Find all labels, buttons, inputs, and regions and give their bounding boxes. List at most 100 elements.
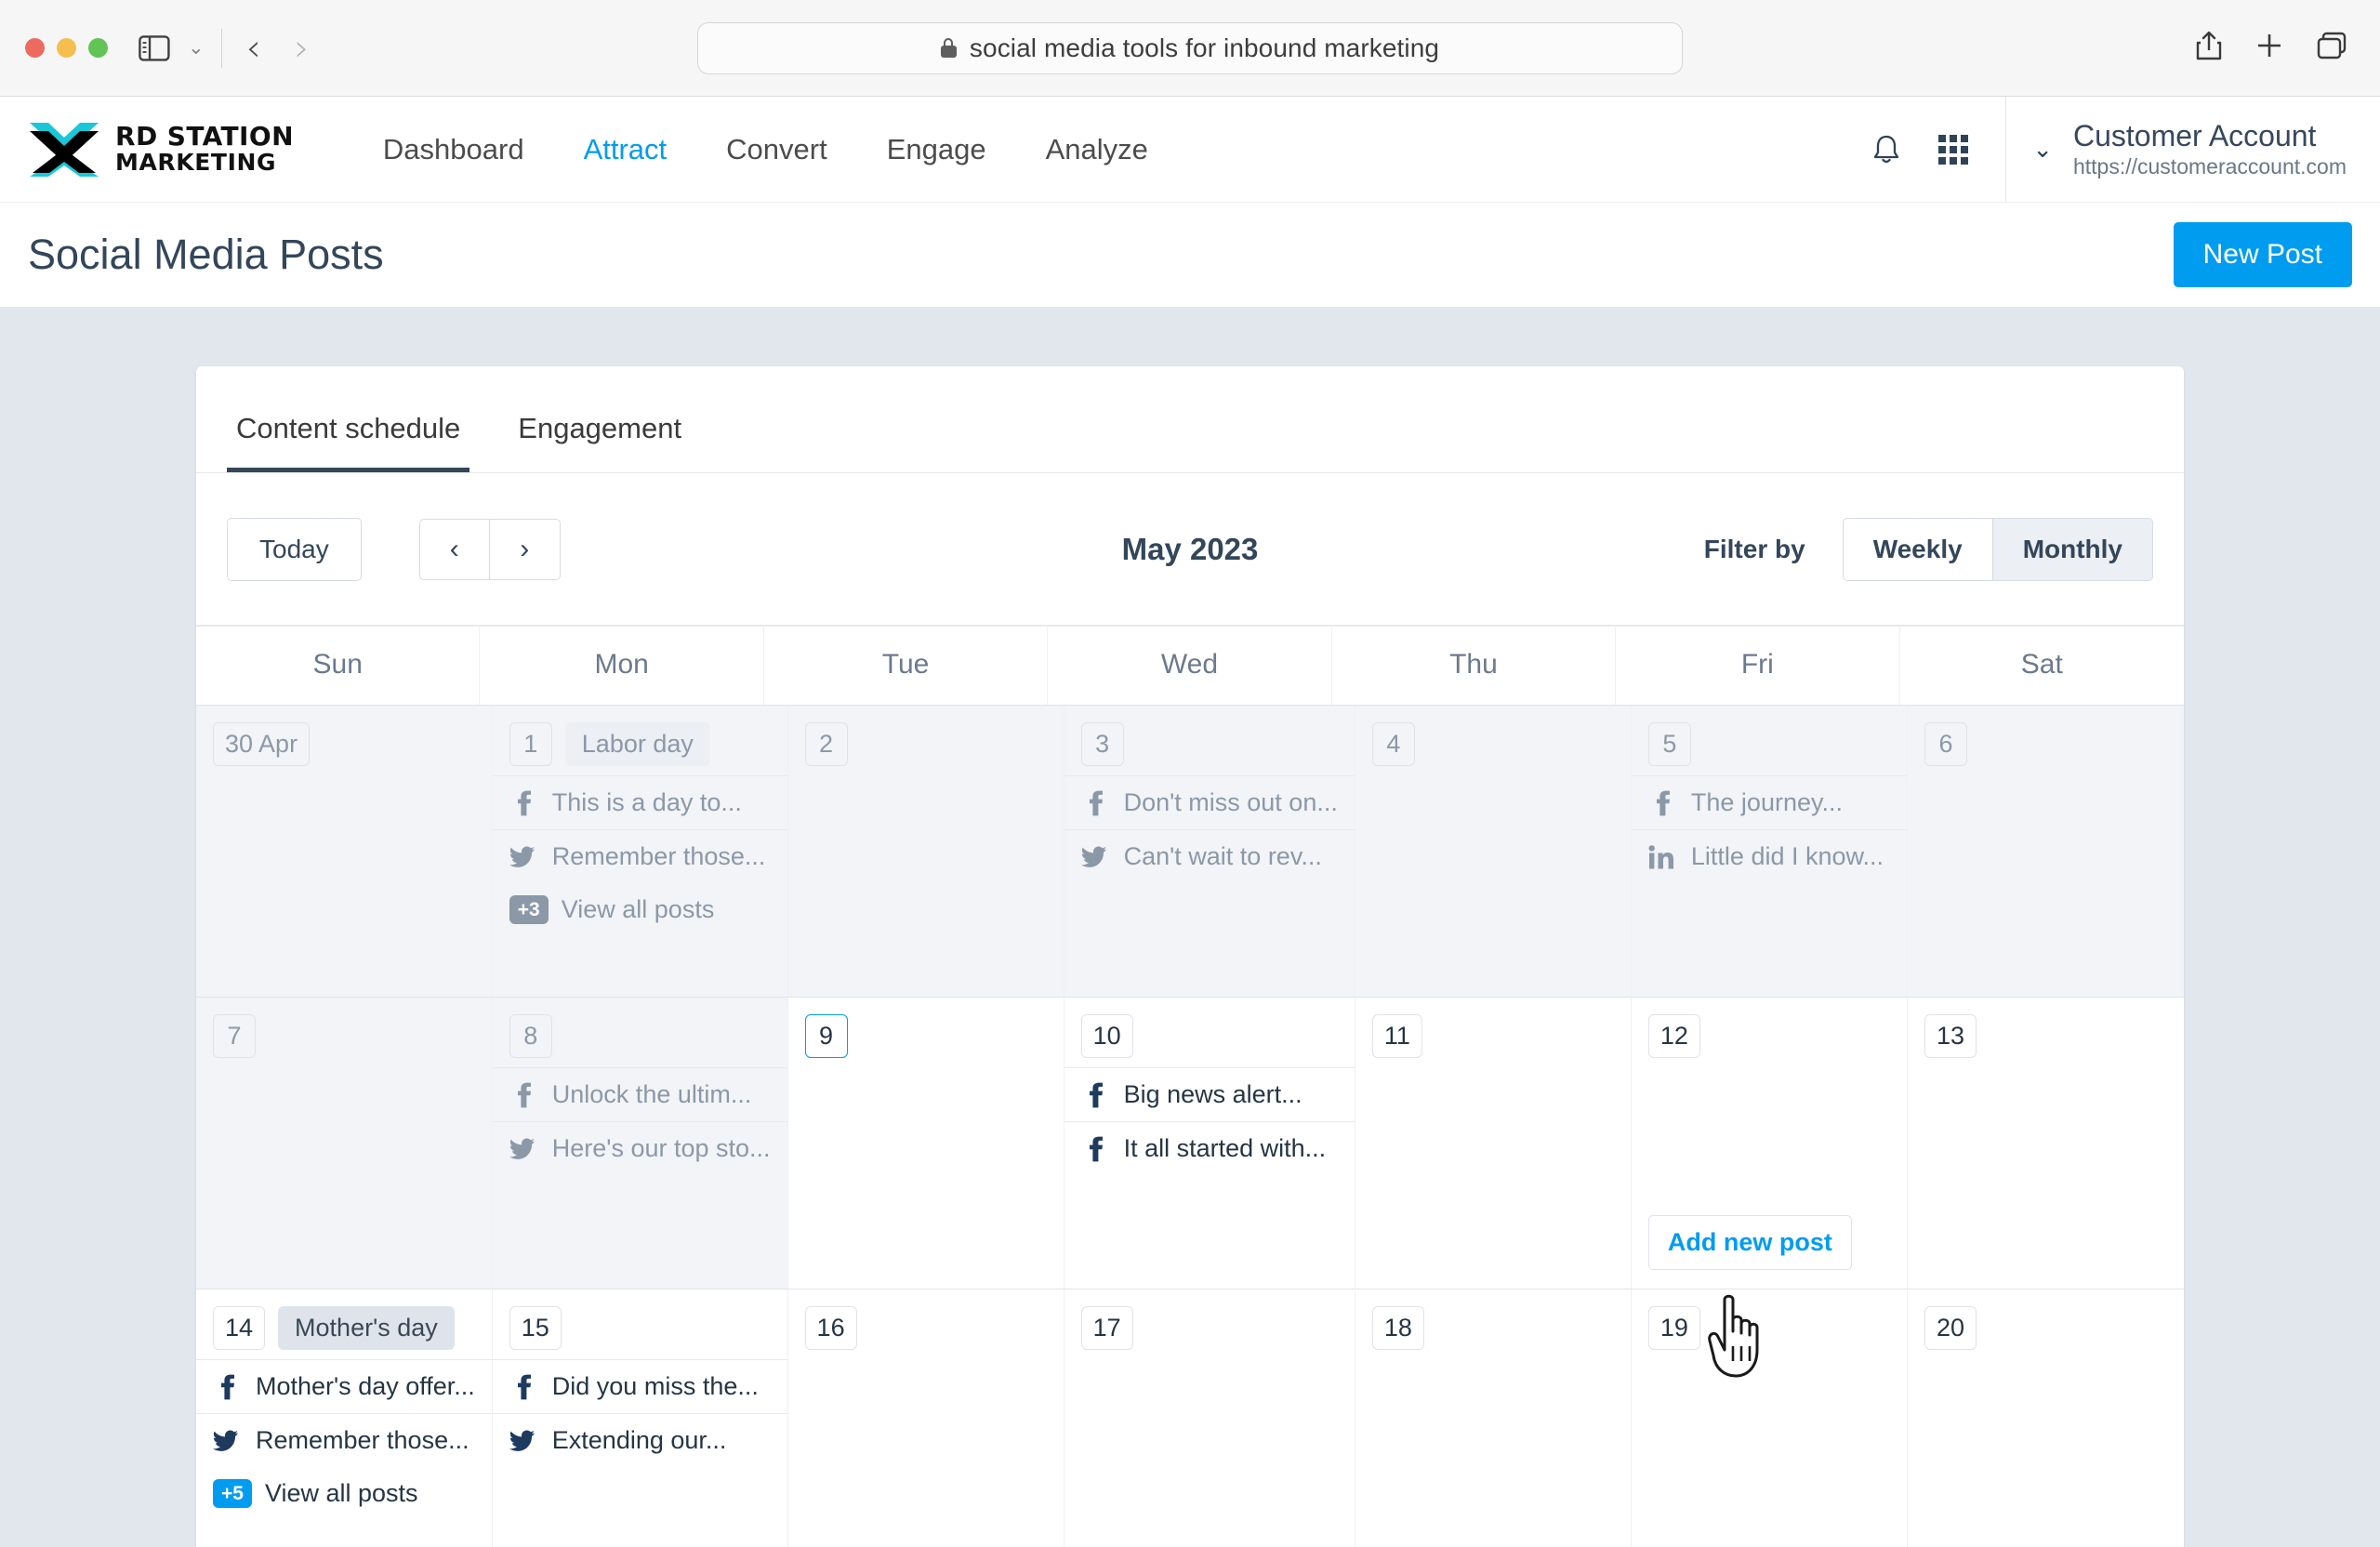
day-header: 16 — [788, 1306, 1064, 1359]
today-button[interactable]: Today — [227, 517, 362, 581]
calendar-day-cell[interactable]: 3 Don't miss out on... Can't wait to rev..… — [1064, 706, 1355, 998]
post-item[interactable]: Mother's day offer... — [196, 1359, 492, 1413]
calendar-day-cell[interactable]: 1 Labor day This is a day to... Remember th… — [492, 706, 788, 998]
nav-item-dashboard[interactable]: Dashboard — [353, 133, 554, 166]
calendar-day-cell[interactable]: 4 — [1355, 706, 1632, 998]
post-item[interactable]: Did you miss the... — [492, 1359, 787, 1413]
day-number[interactable]: 17 — [1080, 1306, 1133, 1350]
post-item[interactable]: Unlock the ultim... — [492, 1067, 787, 1121]
post-item[interactable]: The journey... — [1631, 775, 1907, 829]
add-new-post-button[interactable]: Add new post — [1647, 1215, 1852, 1270]
calendar-day-cell[interactable]: 17 — [1064, 1289, 1355, 1547]
nav-item-attract[interactable]: Attract — [554, 133, 697, 166]
day-number[interactable]: 4 — [1371, 722, 1415, 766]
day-number[interactable]: 15 — [509, 1306, 562, 1350]
day-number[interactable]: 10 — [1080, 1014, 1133, 1058]
day-number[interactable]: 30 Apr — [213, 722, 311, 766]
card-tabs: Content schedule Engagement — [196, 366, 2184, 473]
calendar-day-cell[interactable]: 15 Did you miss the... Extending our... — [492, 1289, 788, 1547]
calendar-day-cell[interactable]: 7 — [196, 998, 493, 1289]
day-number[interactable]: 19 — [1647, 1306, 1700, 1350]
calendar-day-cell[interactable]: 30 Apr — [196, 706, 493, 998]
day-number[interactable]: 3 — [1080, 722, 1124, 766]
day-number-today[interactable]: 9 — [804, 1014, 848, 1058]
day-number[interactable]: 12 — [1647, 1014, 1700, 1058]
share-icon[interactable] — [2196, 31, 2222, 65]
post-item[interactable]: This is a day to... — [492, 775, 787, 829]
post-item[interactable]: Here's our top sto... — [492, 1121, 787, 1175]
address-bar[interactable]: social media tools for inbound marketing — [697, 21, 1683, 74]
day-number[interactable]: 11 — [1371, 1014, 1422, 1058]
previous-month-button[interactable]: ‹ — [418, 518, 490, 580]
weekday-fri: Fri — [1616, 627, 1900, 705]
day-header: 19 — [1632, 1306, 1907, 1359]
day-number[interactable]: 13 — [1924, 1014, 1977, 1058]
calendar-day-cell[interactable]: 10 Big news alert... It all started with..… — [1064, 998, 1355, 1289]
day-number[interactable]: 14 — [213, 1306, 266, 1350]
calendar-grid: 30 Apr 1 Labor day This is a day to... Remem… — [196, 706, 2184, 1547]
day-number[interactable]: 7 — [213, 1014, 256, 1058]
day-number[interactable]: 20 — [1924, 1306, 1977, 1350]
day-number[interactable]: 16 — [804, 1306, 857, 1350]
sidebar-toggle-icon[interactable] — [136, 33, 173, 64]
calendar-day-cell[interactable]: 9 — [787, 998, 1064, 1289]
new-post-button[interactable]: New Post — [2173, 222, 2352, 287]
nav-item-engage[interactable]: Engage — [857, 133, 1016, 166]
calendar-day-cell[interactable]: 20 — [1907, 1289, 2184, 1547]
calendar-day-cell[interactable]: 19 — [1631, 1289, 1908, 1547]
new-tab-icon[interactable] — [2255, 32, 2283, 64]
calendar-day-cell[interactable]: 2 — [787, 706, 1064, 998]
view-mode-monthly-button[interactable]: Monthly — [1992, 517, 2153, 581]
post-item[interactable]: Remember those... — [196, 1413, 492, 1467]
back-button[interactable]: ‹ — [246, 30, 261, 67]
nav-item-convert[interactable]: Convert — [696, 133, 857, 166]
view-all-posts-label: View all posts — [264, 1479, 418, 1507]
tab-engagement[interactable]: Engagement — [509, 412, 691, 472]
rd-station-logo[interactable]: RD STATION MARKETING — [28, 119, 294, 180]
page-title: Social Media Posts — [28, 231, 384, 278]
tab-content-schedule[interactable]: Content schedule — [227, 412, 470, 472]
window-controls — [25, 38, 108, 58]
calendar-day-cell[interactable]: 6 — [1907, 706, 2184, 998]
post-item[interactable]: Extending our... — [492, 1413, 787, 1467]
post-item[interactable]: Don't miss out on... — [1064, 775, 1355, 829]
day-number[interactable]: 5 — [1647, 722, 1691, 766]
calendar-day-cell[interactable]: 8 Unlock the ultim... Here's our top sto..… — [492, 998, 788, 1289]
nav-item-analyze[interactable]: Analyze — [1016, 133, 1178, 166]
calendar-day-cell[interactable]: 5 The journey... Little did I know... — [1631, 706, 1908, 998]
post-item[interactable]: Can't wait to rev... — [1064, 829, 1355, 883]
forward-button[interactable]: › — [295, 30, 310, 67]
post-item[interactable]: It all started with... — [1064, 1121, 1355, 1175]
close-window-button[interactable] — [25, 38, 45, 58]
tab-overview-icon[interactable] — [2317, 32, 2347, 64]
account-menu[interactable]: ⌄ Customer Account https://customeraccou… — [2006, 119, 2380, 179]
day-header: 8 — [493, 1014, 787, 1067]
calendar-day-cell[interactable]: 13 — [1907, 998, 2184, 1289]
view-all-posts-link[interactable]: +3 View all posts — [493, 883, 787, 936]
page-title-bar: Social Media Posts New Post — [0, 203, 2380, 307]
calendar-day-cell[interactable]: 12 Add new post — [1631, 998, 1908, 1289]
calendar-day-cell[interactable]: 11 — [1355, 998, 1632, 1289]
day-number[interactable]: 8 — [509, 1014, 552, 1058]
content-area: Content schedule Engagement Today ‹ › Ma… — [0, 307, 2380, 1547]
day-header: 18 — [1355, 1306, 1631, 1359]
bell-icon[interactable] — [1871, 133, 1901, 166]
next-month-button[interactable]: › — [489, 518, 561, 580]
post-item[interactable]: Little did I know... — [1631, 829, 1907, 883]
apps-grid-icon[interactable] — [1938, 134, 1969, 165]
minimize-window-button[interactable] — [57, 38, 76, 58]
view-all-posts-link[interactable]: +5 View all posts — [196, 1467, 492, 1520]
post-title: Extending our... — [551, 1426, 727, 1454]
calendar-day-cell[interactable]: 16 — [787, 1289, 1064, 1547]
maximize-window-button[interactable] — [88, 38, 108, 58]
day-number[interactable]: 1 — [509, 722, 552, 766]
sidebar-chevron-down-icon[interactable]: ⌄ — [188, 36, 205, 60]
calendar-day-cell[interactable]: 18 — [1355, 1289, 1632, 1547]
day-number[interactable]: 18 — [1371, 1306, 1424, 1350]
post-item[interactable]: Remember those... — [492, 829, 787, 883]
post-item[interactable]: Big news alert... — [1064, 1067, 1355, 1121]
day-number[interactable]: 2 — [804, 722, 848, 766]
calendar-day-cell[interactable]: 14 Mother's day Mother's day offer... Remem… — [196, 1289, 493, 1547]
day-number[interactable]: 6 — [1924, 722, 1967, 766]
view-mode-weekly-button[interactable]: Weekly — [1842, 517, 1993, 581]
